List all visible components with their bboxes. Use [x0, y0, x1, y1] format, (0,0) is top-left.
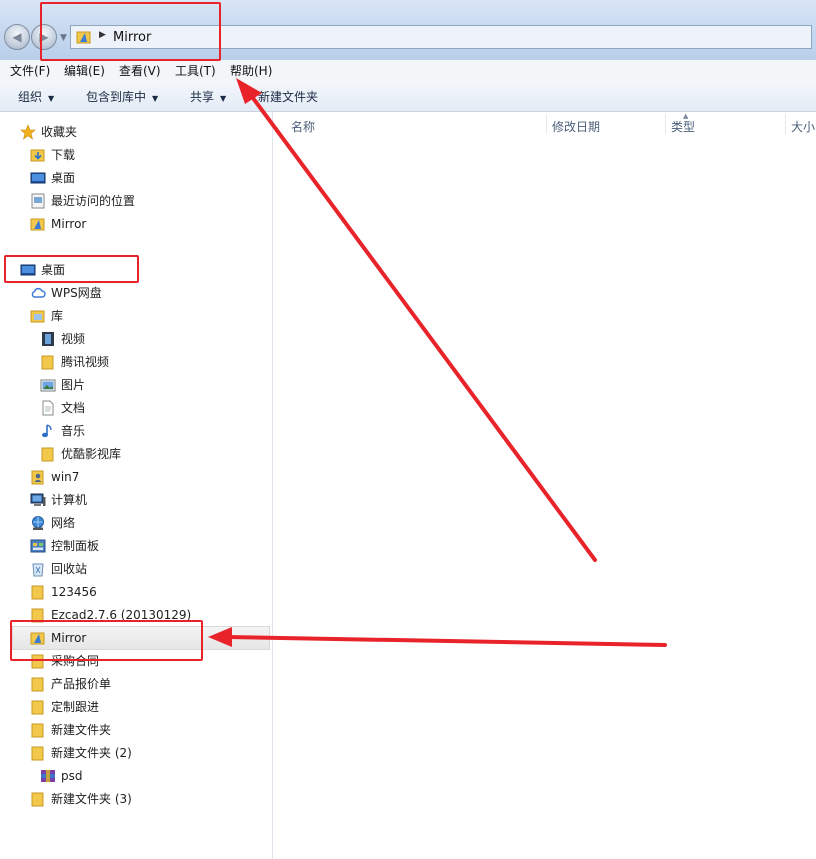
recycle-bin-icon: [32, 563, 44, 577]
organize-button[interactable]: 组织 ▼: [18, 88, 54, 105]
nav-label: 计算机: [51, 493, 88, 507]
nav-label: 控制面板: [51, 539, 100, 553]
include-library-label: 包含到库中: [86, 90, 147, 104]
column-name[interactable]: 名称: [291, 118, 315, 135]
star-icon: [20, 124, 36, 140]
menu-file[interactable]: 文件(F): [10, 62, 50, 79]
nav-label: 产品报价单: [51, 677, 112, 691]
music-note-icon: [42, 424, 52, 438]
annotation-box-mirror: [10, 620, 203, 661]
new-folder-button[interactable]: 新建文件夹: [258, 88, 318, 105]
nav-label: 音乐: [61, 424, 86, 438]
recent-places-icon: [31, 193, 45, 209]
nav-label: 最近访问的位置: [51, 194, 136, 208]
column-size[interactable]: 大小: [791, 118, 815, 135]
library-icon: [30, 310, 45, 323]
annotation-box-address: [40, 2, 221, 61]
organize-label: 组织: [18, 90, 43, 104]
nav-label: 回收站: [51, 562, 88, 576]
document-icon: [42, 400, 54, 416]
nav-label: 图片: [61, 378, 86, 392]
nav-label: WPS网盘: [51, 286, 102, 300]
arrow-to-help-menu: [236, 78, 597, 562]
column-modified[interactable]: 修改日期: [552, 118, 600, 135]
nav-label: 腾讯视频: [61, 355, 110, 369]
film-icon: [42, 332, 54, 346]
column-divider[interactable]: [546, 114, 547, 134]
downloads-folder-icon: [30, 149, 45, 162]
nav-label: 定制跟进: [51, 700, 100, 714]
folder-icon: [31, 746, 44, 761]
archive-icon: [41, 770, 55, 782]
menu-help[interactable]: 帮助(H): [230, 62, 272, 79]
nav-label: win7: [51, 470, 80, 484]
column-divider[interactable]: [785, 114, 786, 134]
nav-label: 优酷影视库: [61, 447, 122, 461]
column-type[interactable]: 类型: [671, 118, 695, 135]
nav-label: 新建文件夹: [51, 723, 112, 737]
folder-icon: [31, 700, 44, 715]
chevron-down-icon: ▼: [152, 94, 159, 103]
command-bar: 组织 ▼ 包含到库中 ▼ 共享 ▼ 新建文件夹: [0, 80, 816, 112]
nav-label: 库: [51, 309, 64, 323]
folder-icon: [31, 677, 44, 692]
nav-label: 新建文件夹 (2): [51, 746, 132, 760]
nav-label: 桌面: [51, 171, 76, 185]
share-label: 共享: [190, 90, 215, 104]
chevron-down-icon: ▼: [48, 94, 55, 103]
nav-label: 文档: [61, 401, 86, 415]
nav-label: 视频: [61, 332, 86, 346]
nav-label: 123456: [51, 585, 97, 599]
nav-label: 收藏夹: [41, 125, 78, 139]
nav-label: psd: [61, 769, 83, 783]
menu-tools[interactable]: 工具(T): [175, 62, 216, 79]
desktop-icon: [30, 172, 46, 184]
user-folder-icon: [31, 470, 44, 485]
menu-edit[interactable]: 编辑(E): [64, 62, 105, 79]
annotation-box-desktop: [4, 255, 139, 283]
computer-icon: [30, 493, 46, 506]
nav-label: Mirror: [51, 217, 87, 231]
folder-icon: [41, 447, 54, 462]
chevron-down-icon: ▼: [220, 94, 227, 103]
nav-label: 下载: [51, 148, 76, 162]
nav-label: 网络: [51, 516, 76, 530]
menu-view[interactable]: 查看(V): [119, 62, 161, 79]
share-button[interactable]: 共享 ▼: [190, 88, 226, 105]
menu-bar: 文件(F) 编辑(E) 查看(V) 工具(T) 帮助(H): [0, 60, 816, 81]
folder-icon: [31, 585, 44, 600]
control-panel-icon: [30, 539, 46, 553]
cloud-icon: [31, 287, 46, 298]
nav-label: 新建文件夹 (3): [51, 792, 132, 806]
column-divider[interactable]: [665, 114, 666, 134]
picture-icon: [40, 379, 56, 392]
back-button[interactable]: ◀: [4, 24, 30, 50]
include-library-button[interactable]: 包含到库中 ▼: [86, 88, 158, 105]
arrow-to-mirror-item: [208, 627, 667, 647]
mirror-folder-icon: [30, 218, 45, 231]
column-header: ▲ 名称 修改日期 类型 大小: [273, 112, 816, 136]
folder-icon: [31, 792, 44, 807]
folder-icon: [41, 355, 54, 370]
folder-icon: [31, 723, 44, 738]
network-icon: [32, 516, 44, 530]
